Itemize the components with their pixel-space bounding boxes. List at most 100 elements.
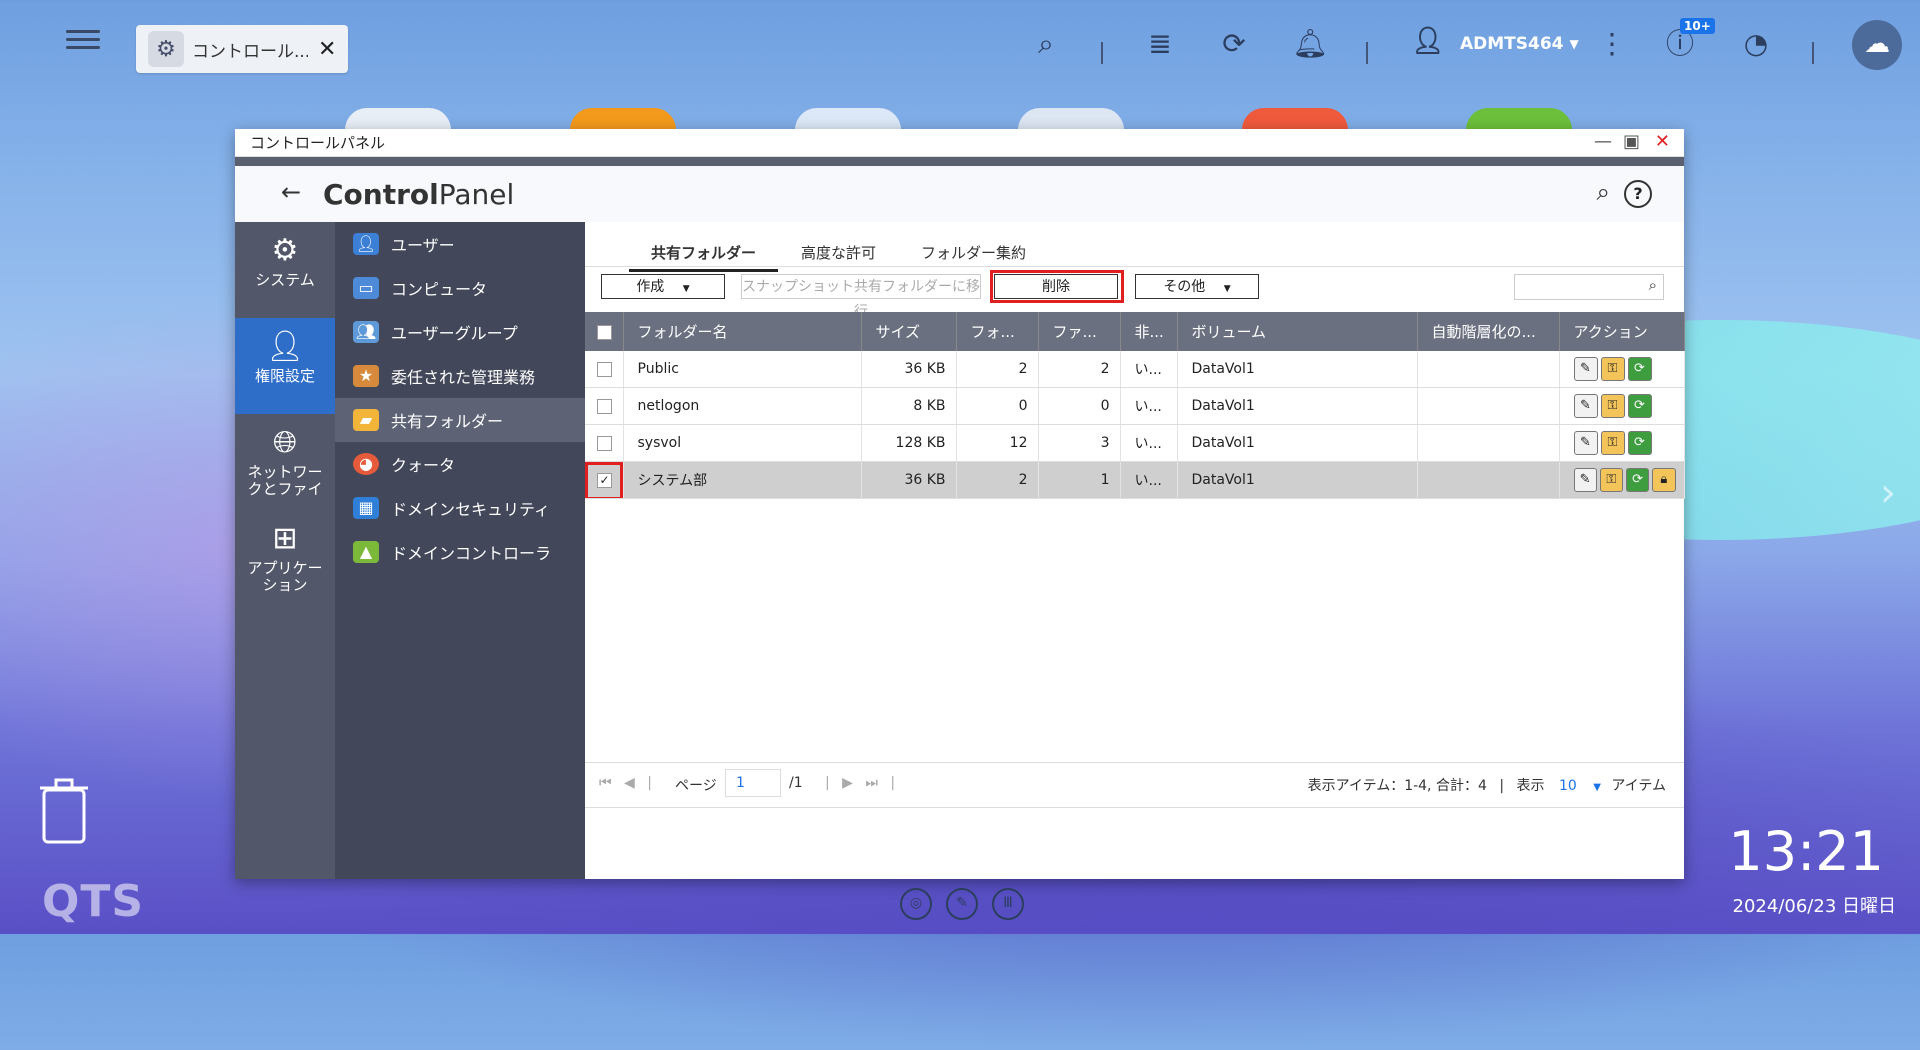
category-label: アプリケーション	[247, 559, 323, 594]
snapshot-migrate-button[interactable]: スナップショット共有フォルダーに移行	[741, 274, 981, 320]
search-icon[interactable]: ⌕	[1597, 178, 1610, 206]
nav-item-user-groups[interactable]: 👥︎ ユーザーグループ	[335, 310, 585, 354]
refresh-icon[interactable]: ⟳	[1627, 431, 1652, 455]
help-icon[interactable]: ?	[1624, 180, 1652, 208]
column-header[interactable]: サイズ	[861, 312, 957, 351]
row-checkbox[interactable]	[585, 351, 624, 388]
taskbar-tab-control-panel[interactable]: ⚙ コントロール... ✕	[136, 25, 348, 73]
nav-item-quota[interactable]: ◕ クォータ	[335, 442, 585, 486]
window-titlebar[interactable]: コントロールパネル — ▣ ✕	[235, 129, 1684, 157]
edit-icon[interactable]: ✎	[1573, 431, 1598, 455]
tools-icon[interactable]: ✎	[946, 888, 978, 920]
volume: DataVol1	[1177, 461, 1418, 499]
create-button[interactable]: 作成 ▼	[601, 274, 725, 299]
tab-folder-aggregation[interactable]: フォルダー集約	[921, 242, 1026, 263]
toolbar: 作成 ▼ スナップショット共有フォルダーに移行 削除 その他 ▼ ⌕	[585, 270, 1684, 320]
folder-name: netlogon	[623, 387, 862, 425]
nav-item-users[interactable]: 👤︎ ユーザー	[335, 222, 585, 266]
close-icon[interactable]: ✕	[318, 37, 336, 62]
table-row[interactable]: Public 36 KB 2 2 い... DataVol1 ✎ ⚿ ⟳	[585, 351, 1685, 388]
search-icon[interactable]: ⌕	[1026, 24, 1066, 64]
maximize-icon[interactable]: ▣	[1623, 131, 1640, 152]
table-row[interactable]: netlogon 8 KB 0 0 い... DataVol1 ✎ ⚿ ⟳	[585, 387, 1685, 425]
column-header[interactable]: フォルダー名	[623, 312, 862, 351]
nav-item-domain-controller[interactable]: ▲ ドメインコントローラ	[335, 530, 585, 574]
select-all-checkbox[interactable]	[585, 312, 624, 351]
window-strip	[235, 157, 1684, 166]
folder-size: 36 KB	[861, 461, 957, 499]
chevron-right-icon[interactable]: ›	[1880, 470, 1896, 516]
edit-icon[interactable]: ✎	[1573, 357, 1598, 381]
search-icon: ⌕	[1648, 276, 1657, 294]
actions-cell: ✎ ⚿ ⟳ 🔒︎	[1559, 461, 1685, 499]
myqnapcloud-icon[interactable]: ◎	[900, 888, 932, 920]
per-page-select[interactable]: 10	[1559, 778, 1577, 794]
category-system[interactable]: ⚙ システム	[235, 222, 335, 318]
table-row[interactable]: sysvol 128 KB 12 3 い... DataVol1 ✎ ⚿ ⟳	[585, 424, 1685, 462]
cloud-icon[interactable]: ☁	[1852, 20, 1902, 70]
dashboard-gauge-icon[interactable]: ◔	[1736, 24, 1776, 64]
refresh-icon[interactable]: ⟳	[1627, 394, 1652, 418]
more-options-icon[interactable]: ⋮	[1592, 24, 1632, 64]
folder-name: システム部	[623, 461, 862, 499]
task-stack-icon[interactable]: ≣	[1140, 24, 1180, 64]
sync-icon[interactable]: ⟳	[1214, 24, 1254, 64]
column-header[interactable]: 自動階層化の...	[1417, 312, 1560, 351]
edit-icon[interactable]: ✎	[1573, 468, 1597, 492]
shared-folder-table: フォルダー名 サイズ フォ... ファ... 非... ボリューム 自動階層化の…	[585, 312, 1685, 499]
nav-item-delegated-admin[interactable]: ★ 委任された管理業務	[335, 354, 585, 398]
column-header[interactable]: ボリューム	[1177, 312, 1418, 351]
hamburger-menu-icon[interactable]	[66, 25, 100, 59]
bell-icon[interactable]: 🔔︎	[1290, 24, 1330, 64]
nav-item-domain-security[interactable]: ▦ ドメインセキュリティ	[335, 486, 585, 530]
close-window-icon[interactable]: ✕	[1655, 131, 1670, 152]
page-input[interactable]: 1	[725, 769, 781, 797]
category-privilege[interactable]: 👤︎ 権限設定	[235, 318, 335, 414]
row-checkbox[interactable]	[585, 387, 624, 425]
category-network[interactable]: 🌐︎ ネットワークとファイ	[235, 414, 335, 510]
divider	[1812, 42, 1814, 64]
chevron-down-icon[interactable]: ▼	[1593, 782, 1601, 793]
user-icon: 👤︎	[353, 233, 379, 255]
nav-item-shared-folders[interactable]: ▰ 共有フォルダー	[335, 398, 585, 442]
quota-pie-icon: ◕	[353, 453, 379, 475]
edit-icon[interactable]: ✎	[1573, 394, 1598, 418]
permission-icon[interactable]: ⚿	[1599, 468, 1623, 492]
permission-icon[interactable]: ⚿	[1600, 357, 1625, 381]
auto-tiering	[1417, 461, 1560, 499]
book-icon[interactable]: Ⅲ	[992, 888, 1024, 920]
permission-icon[interactable]: ⚿	[1600, 394, 1625, 418]
column-header[interactable]: アクション	[1559, 312, 1685, 351]
top-bar: ⚙ コントロール... ✕ ⌕ ≣ ⟳ 🔔︎ 👤︎ ADMTS464 ▼ ⋮ ⓘ…	[0, 0, 1920, 88]
trash-icon[interactable]	[38, 776, 90, 846]
search-input[interactable]: ⌕	[1514, 274, 1664, 300]
column-header[interactable]: フォ...	[956, 312, 1039, 351]
first-prev-page-icons[interactable]: ⏮ ◀ |	[599, 775, 656, 791]
next-last-page-icons[interactable]: | ▶ ⏭ |	[825, 775, 899, 791]
table-row-selected[interactable]: ✓ システム部 36 KB 2 1 い... DataVol1 ✎ ⚿ ⟳ 🔒︎	[585, 461, 1685, 499]
permission-icon[interactable]: ⚿	[1600, 431, 1625, 455]
category-applications[interactable]: ⊞ アプリケーション	[235, 510, 335, 606]
lock-icon[interactable]: 🔒︎	[1652, 468, 1676, 492]
delegated-admin-icon: ★	[353, 365, 379, 387]
auto-tiering	[1417, 387, 1560, 425]
row-checkbox-checked[interactable]: ✓	[585, 461, 624, 499]
folder-size: 128 KB	[861, 424, 957, 462]
minimize-icon[interactable]: —	[1594, 131, 1612, 152]
other-button[interactable]: その他 ▼	[1135, 274, 1259, 299]
items-label: アイテム	[1611, 778, 1666, 794]
refresh-icon[interactable]: ⟳	[1627, 357, 1652, 381]
user-group-icon: 👥︎	[353, 321, 379, 343]
refresh-icon[interactable]: ⟳	[1626, 468, 1650, 492]
tab-advanced-permissions[interactable]: 高度な許可	[801, 242, 876, 263]
user-menu[interactable]: 👤︎ ADMTS464 ▼	[1410, 24, 1578, 64]
column-header[interactable]: ファ...	[1038, 312, 1121, 351]
table-header-row: フォルダー名 サイズ フォ... ファ... 非... ボリューム 自動階層化の…	[585, 312, 1685, 351]
column-header[interactable]: 非...	[1120, 312, 1178, 351]
row-checkbox[interactable]	[585, 424, 624, 462]
nav-item-computers[interactable]: ▭ コンピュータ	[335, 266, 585, 310]
divider	[1366, 42, 1368, 64]
folder-count: 0	[956, 387, 1039, 425]
back-arrow-icon[interactable]: ←	[281, 178, 301, 206]
tab-shared-folders[interactable]: 共有フォルダー	[629, 242, 779, 272]
